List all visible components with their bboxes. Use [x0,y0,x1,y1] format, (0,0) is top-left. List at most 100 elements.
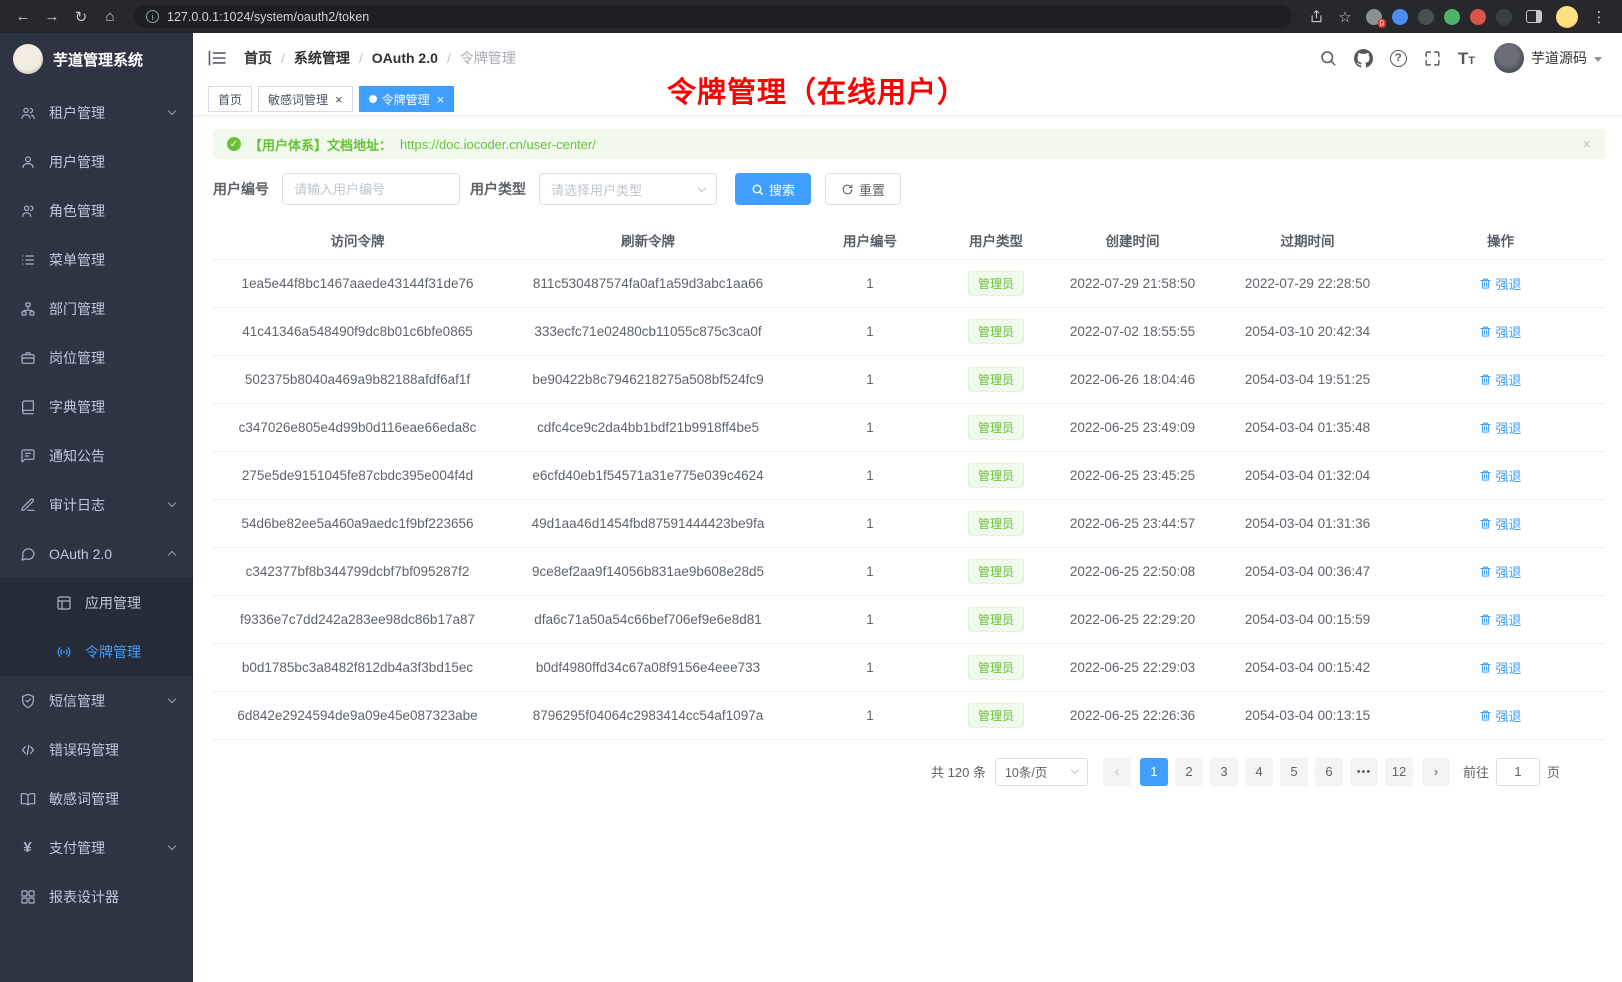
user-name: 芋道源码 [1531,48,1587,68]
alert-close-icon[interactable]: × [1582,136,1591,153]
force-logout-button[interactable]: 强退 [1479,418,1521,437]
address-bar[interactable]: i 127.0.0.1:1024/system/oauth2/token [134,5,1292,28]
goto-page-input[interactable] [1496,758,1540,786]
sidebar-item-user[interactable]: 用户管理 [0,137,193,186]
site-info-icon[interactable]: i [146,10,159,23]
sidebar-item-dict[interactable]: 字典管理 [0,382,193,431]
breadcrumb-item[interactable]: 系统管理 [294,48,350,68]
sidebar-item-audit-log[interactable]: 审计日志 [0,480,193,529]
create-time-cell: 2022-06-25 23:49:09 [1046,403,1219,451]
side-panel-icon[interactable] [1526,10,1542,23]
sidebar-item-dept[interactable]: 部门管理 [0,284,193,333]
page-button[interactable]: 6 [1315,758,1343,786]
sidebar-item-report[interactable]: 报表设计器 [0,872,193,921]
page-more-button[interactable]: ••• [1350,758,1378,786]
expire-time-cell: 2054-03-04 00:13:15 [1219,691,1396,739]
page-size-select[interactable]: 10条/页 [995,758,1088,786]
search-form: 用户编号 用户类型 请选择用户类型 搜索 重置 [213,173,1605,205]
search-button[interactable]: 搜索 [735,173,811,205]
sidebar-item-error-code[interactable]: 错误码管理 [0,725,193,774]
force-logout-button[interactable]: 强退 [1479,610,1521,629]
bookmark-star-icon[interactable]: ☆ [1332,5,1358,29]
force-logout-button[interactable]: 强退 [1479,562,1521,581]
page-button[interactable]: 2 [1175,758,1203,786]
sidebar-item-sensitive-word[interactable]: 敏感词管理 [0,774,193,823]
menu-dots-icon[interactable]: ⋮ [1586,5,1612,29]
search-icon[interactable] [1319,49,1337,67]
access-token-cell: c347026e805e4d99b0d116eae66eda8c [213,403,502,451]
user-id-cell: 1 [794,691,946,739]
refresh-token-cell: e6cfd40eb1f54571a31e775e039c4624 [502,451,794,499]
extension-blue-icon[interactable] [1392,9,1408,25]
app-logo[interactable]: 芋道管理系统 [0,33,193,85]
tab-close-icon[interactable]: × [437,93,445,106]
extension-darkgray-icon[interactable] [1496,9,1512,25]
next-page-button[interactable]: › [1422,758,1450,786]
user-menu[interactable]: 芋道源码 [1494,43,1602,73]
access-token-cell: f9336e7c7dd242a283ee98dc86b17a87 [213,595,502,643]
help-icon[interactable]: ? [1390,50,1407,67]
sidebar-item-menu[interactable]: 菜单管理 [0,235,193,284]
breadcrumb-item: 令牌管理 [460,48,516,68]
sidebar-item-oauth2[interactable]: OAuth 2.0 [0,529,193,578]
column-header: 创建时间 [1046,221,1219,259]
tab-sensitive-word[interactable]: 敏感词管理 × [258,86,353,112]
force-logout-button[interactable]: 强退 [1479,706,1521,725]
refresh-token-cell: b0df4980ffd34c67a08f9156e4eee733 [502,643,794,691]
page-button[interactable]: 4 [1245,758,1273,786]
sidebar-item-notice[interactable]: 通知公告 [0,431,193,480]
chevron-down-icon [168,695,176,703]
sidebar-item-role[interactable]: 角色管理 [0,186,193,235]
tab-home[interactable]: 首页 [208,86,252,112]
delete-icon [1479,421,1492,434]
share-icon[interactable] [1303,5,1329,29]
force-logout-button[interactable]: 强退 [1479,322,1521,341]
home-icon[interactable]: ⌂ [97,5,123,29]
user-id-input[interactable] [282,173,460,205]
page-button[interactable]: 1 [1140,758,1168,786]
page-button[interactable]: 12 [1385,758,1413,786]
extension-red-icon[interactable] [1470,9,1486,25]
forward-icon[interactable]: → [39,5,65,29]
doc-link[interactable]: https://doc.iocoder.cn/user-center/ [400,137,596,152]
sidebar-item-app[interactable]: 应用管理 [0,578,193,627]
force-logout-button[interactable]: 强退 [1479,658,1521,677]
extension-green-icon[interactable] [1444,9,1460,25]
fullscreen-icon[interactable] [1424,50,1441,67]
sidebar-item-tenant[interactable]: 租户管理 [0,88,193,137]
main-area: 首页/系统管理/OAuth 2.0/令牌管理 ? TT 芋道源码 令牌管理（在线… [193,33,1622,982]
sidebar-item-post[interactable]: 岗位管理 [0,333,193,382]
collapse-sidebar-icon[interactable] [208,50,226,66]
github-icon[interactable] [1354,49,1373,68]
sidebar-item-token[interactable]: 令牌管理 [0,627,193,676]
table-row: c342377bf8b344799dcbf7bf095287f2 9ce8ef2… [213,547,1605,595]
user-type-label: 用户类型 [470,179,526,199]
user-type-select[interactable]: 请选择用户类型 [539,173,717,205]
pagination: 共 120 条 10条/页 ‹ 123456•••12 › 前往 页 [213,758,1560,786]
page-button[interactable]: 5 [1280,758,1308,786]
page-button[interactable]: 3 [1210,758,1238,786]
tab-close-icon[interactable]: × [335,93,343,106]
sidebar-item-sms[interactable]: 短信管理 [0,676,193,725]
back-icon[interactable]: ← [10,5,36,29]
user-type-tag: 管理员 [968,367,1024,392]
breadcrumb-item[interactable]: OAuth 2.0 [372,50,438,66]
delete-icon [1479,661,1492,674]
browser-profile-avatar[interactable] [1556,6,1578,28]
font-size-icon[interactable]: TT [1458,50,1475,67]
force-logout-button[interactable]: 强退 [1479,370,1521,389]
reset-button[interactable]: 重置 [825,173,901,205]
force-logout-button[interactable]: 强退 [1479,274,1521,293]
breadcrumb-item[interactable]: 首页 [244,48,272,68]
force-logout-button[interactable]: 强退 [1479,466,1521,485]
force-logout-button[interactable]: 强退 [1479,514,1521,533]
create-time-cell: 2022-06-25 22:29:20 [1046,595,1219,643]
sidebar-item-pay[interactable]: ¥ 支付管理 [0,823,193,872]
extension-dark-icon[interactable] [1418,9,1434,25]
access-token-cell: 6d842e2924594de9a09e45e087323abe [213,691,502,739]
refresh-icon[interactable]: ↻ [68,5,94,29]
extension-gray-icon[interactable]: 0 [1366,9,1382,25]
prev-page-button[interactable]: ‹ [1103,758,1131,786]
tab-token[interactable]: 令牌管理 × [359,86,455,112]
goto-suffix: 页 [1547,762,1560,781]
